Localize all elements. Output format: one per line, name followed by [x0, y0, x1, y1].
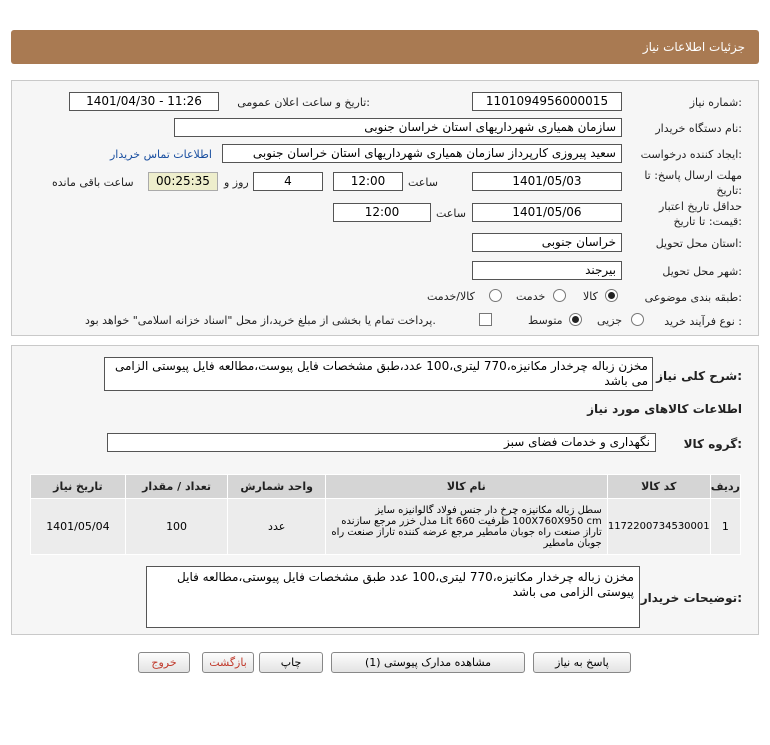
- need-number-label: شماره نیاز:: [689, 96, 742, 109]
- print-button[interactable]: چاپ: [259, 652, 323, 673]
- view-attachments-button[interactable]: مشاهده مدارک پیوستی (1): [331, 652, 525, 673]
- deadline-time-field: 12:00: [333, 172, 403, 191]
- category-goods-radio[interactable]: [605, 289, 618, 302]
- category-goods-service-radio[interactable]: [489, 289, 502, 302]
- validity-label: حداقل تاریخ اعتبار قیمت: تا تاریخ:: [658, 200, 742, 228]
- col-index: ردیف: [709, 474, 742, 499]
- cell-name: سطل زباله مکانیزه چرخ دار جنس فولاد گالو…: [325, 498, 608, 555]
- deadline-time-label: ساعت: [408, 176, 438, 189]
- category-service-label: خدمت: [516, 290, 546, 303]
- page-header: جزئیات اطلاعات نیاز: [11, 30, 759, 64]
- deadline-date-field: 1401/05/03: [472, 172, 622, 191]
- validity-date-field: 1401/05/06: [472, 203, 622, 222]
- col-name: نام کالا: [325, 474, 608, 499]
- purchase-medium-radio[interactable]: [569, 313, 582, 326]
- goods-group-label: گروه کالا:: [683, 437, 742, 451]
- purchase-medium-label: متوسط: [528, 314, 563, 327]
- goods-table-header: تاریخ نیاز تعداد / مقدار واحد شمارش نام …: [30, 474, 742, 499]
- province-label: استان محل تحویل:: [655, 237, 742, 250]
- goods-section-title: اطلاعات کالاهای مورد نیاز: [587, 402, 742, 416]
- col-date: تاریخ نیاز: [30, 474, 126, 499]
- buyer-notes-text: مخزن زباله چرخدار مکانیزه،770 لیتری،100 …: [146, 566, 640, 628]
- validity-time-field: 12:00: [333, 203, 431, 222]
- days-label: روز و: [224, 176, 249, 189]
- days-field: 4: [253, 172, 323, 191]
- summary-label: شرح کلی نیاز:: [656, 369, 742, 383]
- buyer-org-label: نام دستگاه خریدار:: [655, 122, 742, 135]
- category-goods-service-label: کالا/خدمت: [427, 290, 475, 303]
- cell-index: 1: [709, 498, 742, 555]
- requester-label: ایجاد کننده درخواست:: [640, 148, 742, 161]
- treasury-note: پرداخت تمام یا بخشی از مبلغ خرید،از محل …: [85, 314, 436, 327]
- validity-time-label: ساعت: [436, 207, 466, 220]
- buyer-org-field: سازمان همیاری شهرداریهای استان خراسان جن…: [174, 118, 622, 137]
- goods-table: تاریخ نیاز تعداد / مقدار واحد شمارش نام …: [30, 474, 742, 555]
- purchase-minor-label: جزیی: [597, 314, 623, 327]
- summary-text: مخزن زباله چرخدار مکانیزه،770 لیتری،100 …: [104, 357, 653, 391]
- city-label: شهر محل تحویل:: [662, 265, 742, 278]
- buyer-contact-link[interactable]: اطلاعات تماس خریدار: [110, 148, 212, 161]
- buyer-notes-label: توضیحات خریدار:: [640, 591, 742, 605]
- exit-button[interactable]: خروج: [138, 652, 190, 673]
- cell-qty: 100: [124, 498, 229, 555]
- cell-date: 1401/05/04: [30, 498, 126, 555]
- reply-button[interactable]: پاسخ به نیاز: [533, 652, 631, 673]
- category-label: طبقه بندی موضوعی:: [644, 291, 742, 304]
- deadline-label: مهلت ارسال پاسخ: تا تاریخ:: [644, 169, 742, 197]
- page-title: جزئیات اطلاعات نیاز: [642, 40, 745, 54]
- goods-group-field: نگهداری و خدمات فضای سبز: [107, 433, 656, 452]
- need-number-field: 1101094956000015: [472, 92, 622, 111]
- city-field: بیرجند: [472, 261, 622, 280]
- col-code: کد کالا: [606, 474, 711, 499]
- treasury-checkbox[interactable]: [479, 313, 492, 326]
- category-service-radio[interactable]: [553, 289, 566, 302]
- col-unit: واحد شمارش: [227, 474, 326, 499]
- requester-field: سعید پیروزی کارپرداز سازمان همیاری شهردا…: [222, 144, 622, 163]
- remaining-time-field: 00:25:35: [148, 172, 218, 191]
- announce-label: تاریخ و ساعت اعلان عمومی:: [237, 96, 370, 109]
- table-row: 1401/05/04 100 عدد سطل زباله مکانیزه چرخ…: [30, 498, 742, 555]
- col-qty: تعداد / مقدار: [124, 474, 229, 499]
- category-goods-label: کالا: [583, 290, 598, 303]
- cell-unit: عدد: [227, 498, 326, 555]
- remaining-time-label: ساعت باقی مانده: [52, 176, 134, 189]
- purchase-type-label: نوع فرآیند خرید :: [664, 315, 742, 328]
- purchase-minor-radio[interactable]: [631, 313, 644, 326]
- cell-code: 1172200734530001: [606, 498, 711, 555]
- back-button[interactable]: بازگشت: [202, 652, 254, 673]
- province-field: خراسان جنوبی: [472, 233, 622, 252]
- announce-field: 1401/04/30 - 11:26: [69, 92, 219, 111]
